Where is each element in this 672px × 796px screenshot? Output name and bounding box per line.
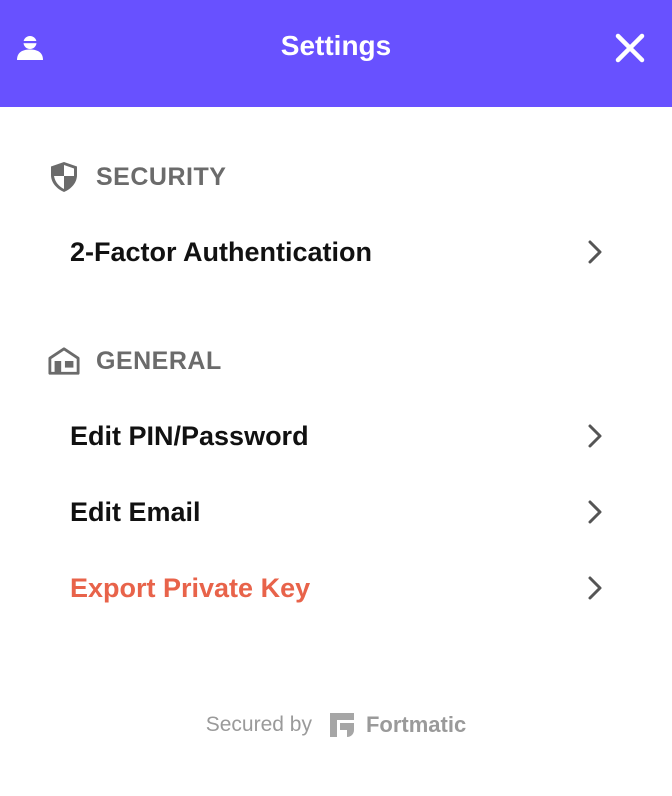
page-title: Settings [280, 30, 392, 61]
chevron-right-icon [588, 500, 602, 524]
menu-item-2-factor-authentication[interactable]: 2-Factor Authentication [48, 224, 628, 280]
secured-by-footer: Secured by Fortmatic [0, 706, 672, 744]
menu-item-label: Export Private Key [70, 572, 311, 603]
menu-item-label: Edit Email [70, 496, 201, 527]
menu-item-edit-pin-password[interactable]: Edit PIN/Password [48, 408, 628, 464]
shield-icon [48, 161, 80, 193]
secured-by-text: Secured by [205, 713, 312, 736]
chevron-right-icon [588, 424, 602, 448]
fortmatic-logo-icon [329, 713, 354, 737]
menu-item-export-private-key[interactable]: Export Private Key [48, 560, 628, 616]
general-section-heading: GENERAL [48, 343, 222, 379]
close-icon[interactable] [612, 30, 648, 66]
settings-panel: Settings SECURITY 2-Factor Authenticatio… [0, 0, 672, 796]
fortmatic-brand: Fortmatic [365, 712, 467, 737]
menu-item-label: Edit PIN/Password [70, 420, 309, 451]
chevron-right-icon [588, 240, 602, 264]
security-heading-label: SECURITY [96, 162, 227, 191]
general-heading-label: GENERAL [96, 346, 222, 375]
menu-item-label: 2-Factor Authentication [70, 236, 373, 267]
menu-item-edit-email[interactable]: Edit Email [48, 484, 628, 540]
house-icon [48, 345, 80, 377]
security-section-heading: SECURITY [48, 159, 226, 195]
chevron-right-icon [588, 576, 602, 600]
settings-header: Settings [0, 0, 672, 107]
